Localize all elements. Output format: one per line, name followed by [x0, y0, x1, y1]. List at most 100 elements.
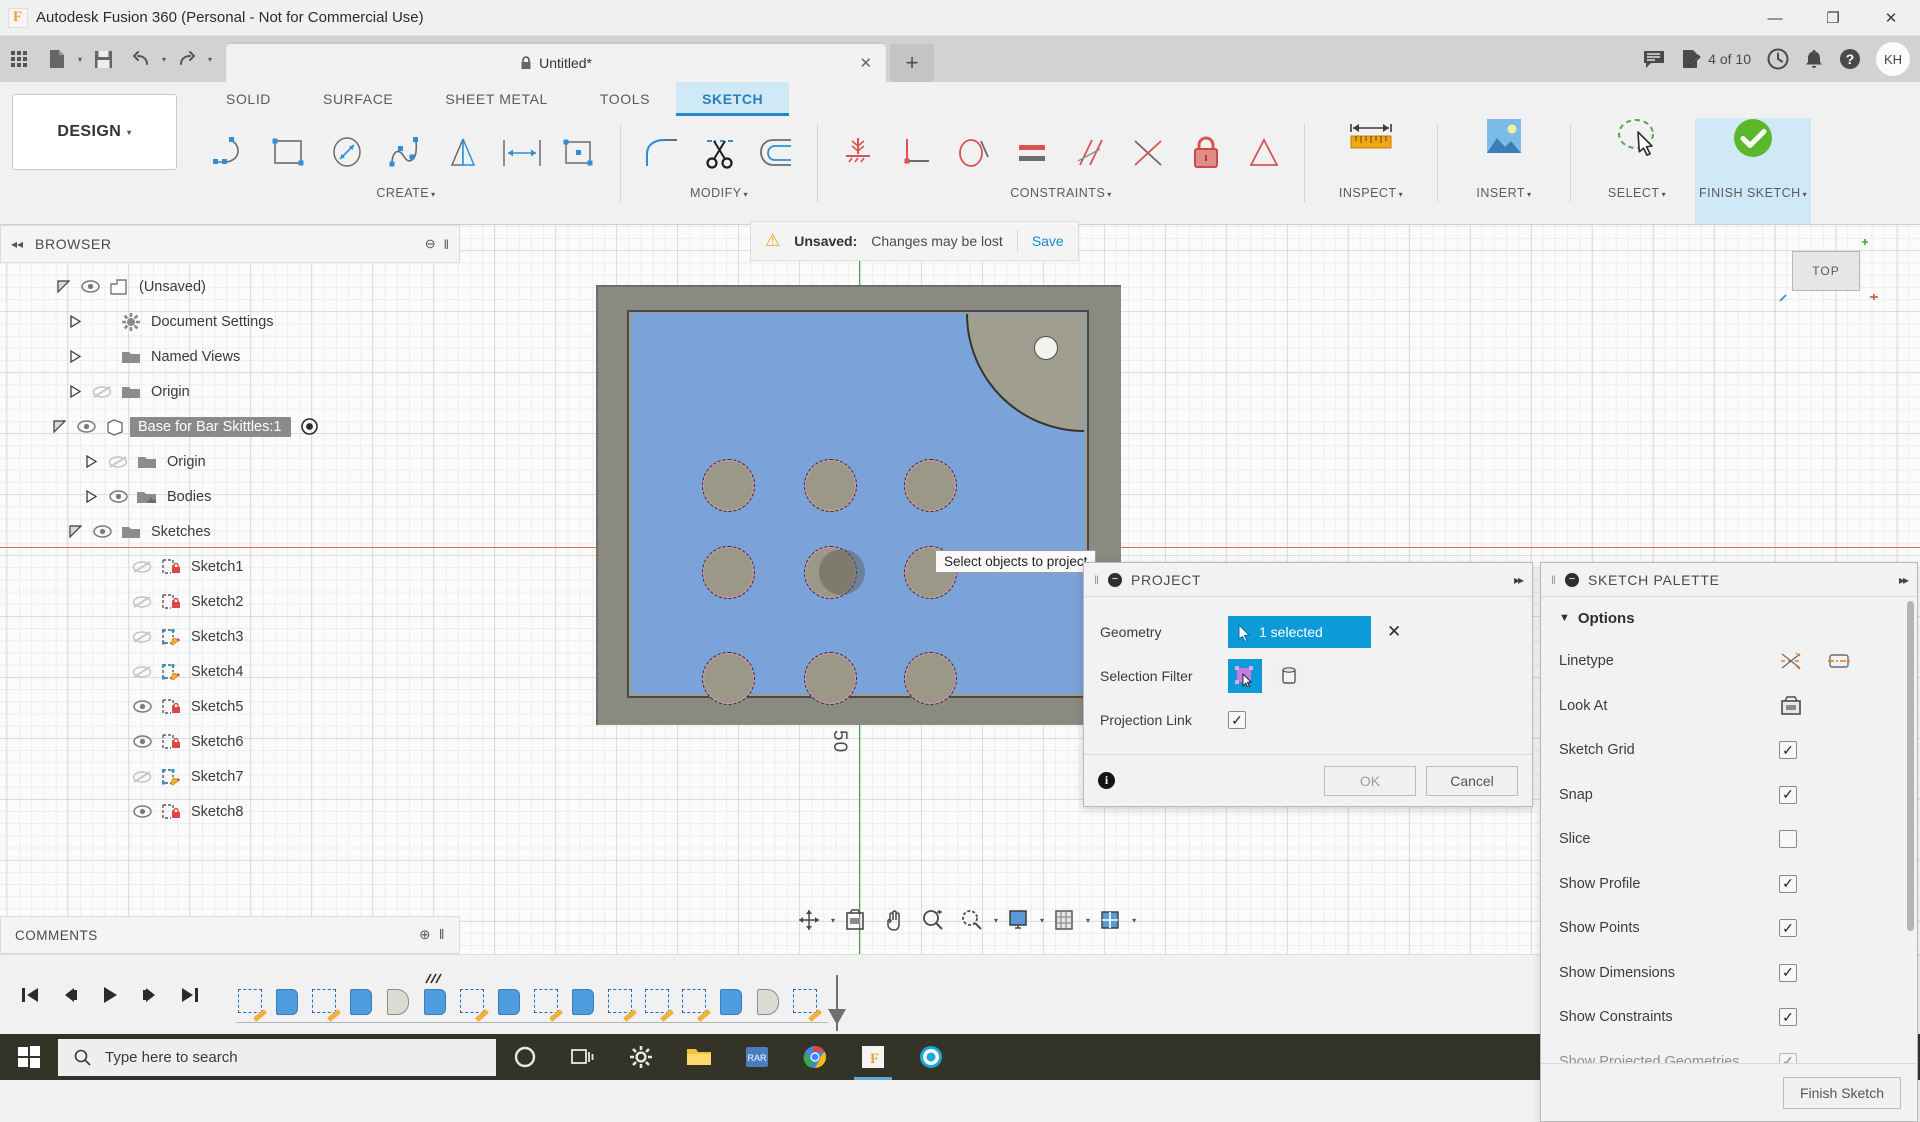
- tree-row-unsaved[interactable]: (Unsaved): [0, 269, 460, 304]
- visibility-eye-icon[interactable]: [128, 805, 156, 818]
- dialog-grip-icon[interactable]: ‖: [1094, 573, 1099, 587]
- minimize-panel-icon[interactable]: ⊖: [425, 236, 436, 252]
- look-at-icon[interactable]: [836, 902, 874, 938]
- tab-sheet-metal[interactable]: SHEET METAL: [419, 82, 574, 116]
- hole-2[interactable]: [804, 459, 857, 512]
- rectangular-pattern-icon[interactable]: [552, 122, 608, 184]
- trim-icon[interactable]: [691, 122, 747, 184]
- visibility-hidden-icon[interactable]: [128, 665, 156, 679]
- zoom-icon[interactable]: [914, 902, 952, 938]
- show-constraints-checkbox[interactable]: ✓: [1779, 1008, 1797, 1026]
- twisty-closed-icon[interactable]: [78, 455, 104, 468]
- fillet-icon[interactable]: [633, 122, 689, 184]
- help-icon[interactable]: ?: [1832, 40, 1868, 78]
- look-at-icon[interactable]: [1779, 695, 1803, 717]
- clear-selection-icon[interactable]: ✕: [1387, 622, 1401, 642]
- timeline-feature-sketch[interactable]: [606, 985, 636, 1025]
- parallel-icon[interactable]: [1062, 122, 1118, 184]
- orbit-icon[interactable]: [790, 902, 828, 938]
- document-tab[interactable]: Untitled* ✕: [226, 44, 886, 82]
- timeline-feature-extrude[interactable]: [717, 985, 747, 1025]
- viewports-icon[interactable]: [1091, 902, 1129, 938]
- timeline-feature-extrude[interactable]: [569, 985, 599, 1025]
- collapse-palette-icon[interactable]: −: [1565, 573, 1579, 587]
- cancel-button[interactable]: Cancel: [1426, 766, 1518, 796]
- collinear-icon[interactable]: [1120, 122, 1176, 184]
- viewports-caret[interactable]: ▾: [1132, 916, 1136, 925]
- save-link[interactable]: Save: [1032, 233, 1064, 249]
- redo-caret[interactable]: ▾: [208, 55, 212, 64]
- display-settings-icon[interactable]: [999, 902, 1037, 938]
- tab-solid[interactable]: SOLID: [200, 82, 297, 116]
- project-dialog-header[interactable]: ‖ − PROJECT ▸▸: [1084, 563, 1532, 597]
- perpendicular-icon[interactable]: [888, 122, 944, 184]
- collapse-icon[interactable]: ◂◂: [11, 237, 23, 251]
- expand-dialog-icon[interactable]: ▸▸: [1514, 573, 1522, 587]
- show-dimensions-checkbox[interactable]: ✓: [1779, 964, 1797, 982]
- fix-lock-icon[interactable]: [1178, 122, 1234, 184]
- timeline-feature-fillet[interactable]: [754, 985, 784, 1025]
- comments-panel-header[interactable]: COMMENTS ⊕ ‖: [0, 916, 460, 954]
- display-caret[interactable]: ▾: [1040, 916, 1044, 925]
- show-profile-checkbox[interactable]: ✓: [1779, 875, 1797, 893]
- timeline-feature-fillet[interactable]: [384, 985, 414, 1025]
- chrome-icon[interactable]: [786, 1034, 844, 1080]
- timeline-feature-extrude[interactable]: [273, 985, 303, 1025]
- new-file-group[interactable]: ▾: [38, 40, 84, 78]
- new-tab-button[interactable]: +: [890, 44, 934, 82]
- tree-row-named-views[interactable]: Named Views: [0, 339, 460, 374]
- twisty-closed-icon[interactable]: [62, 350, 88, 363]
- workspace-switcher[interactable]: DESIGN ▾: [12, 94, 177, 170]
- step-back-icon[interactable]: [52, 977, 88, 1013]
- visibility-eye-icon[interactable]: [76, 280, 104, 293]
- timeline-feature-extrude-threads[interactable]: [421, 985, 451, 1025]
- tree-row-sketch3[interactable]: Sketch3: [0, 619, 460, 654]
- specified-entities-icon[interactable]: [1228, 659, 1262, 693]
- fusion360-icon[interactable]: F: [844, 1034, 902, 1080]
- timeline-feature-sketch[interactable]: [532, 985, 562, 1025]
- winrar-icon[interactable]: RAR: [728, 1034, 786, 1080]
- twisty-open-icon[interactable]: [50, 280, 76, 293]
- viewcube-face-label[interactable]: TOP: [1792, 251, 1860, 291]
- hole-1[interactable]: [702, 459, 755, 512]
- visibility-eye-icon[interactable]: [72, 420, 100, 433]
- clock-icon[interactable]: [1760, 40, 1796, 78]
- minimize-button[interactable]: —: [1746, 0, 1804, 36]
- tree-row-sketch5[interactable]: Sketch5: [0, 689, 460, 724]
- ribbon-group-constraints-label[interactable]: CONSTRAINTS▾: [1010, 184, 1112, 200]
- timeline-feature-sketch[interactable]: [643, 985, 673, 1025]
- sketch-palette-header[interactable]: ‖ − SKETCH PALETTE ▸▸: [1541, 563, 1917, 597]
- ribbon-group-create-label[interactable]: CREATE▾: [376, 184, 435, 200]
- orbit-caret[interactable]: ▾: [831, 916, 835, 925]
- equal-icon[interactable]: [1004, 122, 1060, 184]
- palette-scrollbar[interactable]: [1907, 601, 1914, 931]
- file-explorer-icon[interactable]: [670, 1034, 728, 1080]
- visibility-hidden-icon[interactable]: [128, 595, 156, 609]
- visibility-eye-icon[interactable]: [88, 525, 116, 538]
- hole-7[interactable]: [702, 652, 755, 705]
- visibility-eye-icon[interactable]: [104, 490, 132, 503]
- search-input[interactable]: Type here to search: [58, 1039, 496, 1076]
- timeline-feature-sketch[interactable]: [310, 985, 340, 1025]
- finish-sketch-check-icon[interactable]: [1699, 106, 1807, 200]
- coincident-icon[interactable]: [830, 122, 886, 184]
- hole-5[interactable]: [804, 546, 857, 599]
- rectangle-icon[interactable]: [262, 122, 318, 184]
- tree-row-sketch6[interactable]: Sketch6: [0, 724, 460, 759]
- hole-8[interactable]: [804, 652, 857, 705]
- add-comment-icon[interactable]: ⊕: [419, 927, 431, 943]
- tree-row-sketch2[interactable]: Sketch2: [0, 584, 460, 619]
- slice-checkbox[interactable]: [1779, 830, 1797, 848]
- settings-icon[interactable]: [612, 1034, 670, 1080]
- centerline-icon[interactable]: [1827, 651, 1851, 671]
- windows-start-icon[interactable]: [0, 1034, 58, 1080]
- timeline-feature-extrude[interactable]: [495, 985, 525, 1025]
- project-dialog[interactable]: ‖ − PROJECT ▸▸ Geometry 1 selected ✕ Sel…: [1083, 562, 1533, 807]
- twisty-closed-icon[interactable]: [78, 490, 104, 503]
- ok-button[interactable]: OK: [1324, 766, 1416, 796]
- twisty-closed-icon[interactable]: [62, 385, 88, 398]
- dimension-icon[interactable]: [494, 122, 550, 184]
- undo-group[interactable]: ▾: [122, 40, 168, 78]
- save-icon[interactable]: [84, 40, 122, 78]
- bell-icon[interactable]: [1798, 40, 1830, 78]
